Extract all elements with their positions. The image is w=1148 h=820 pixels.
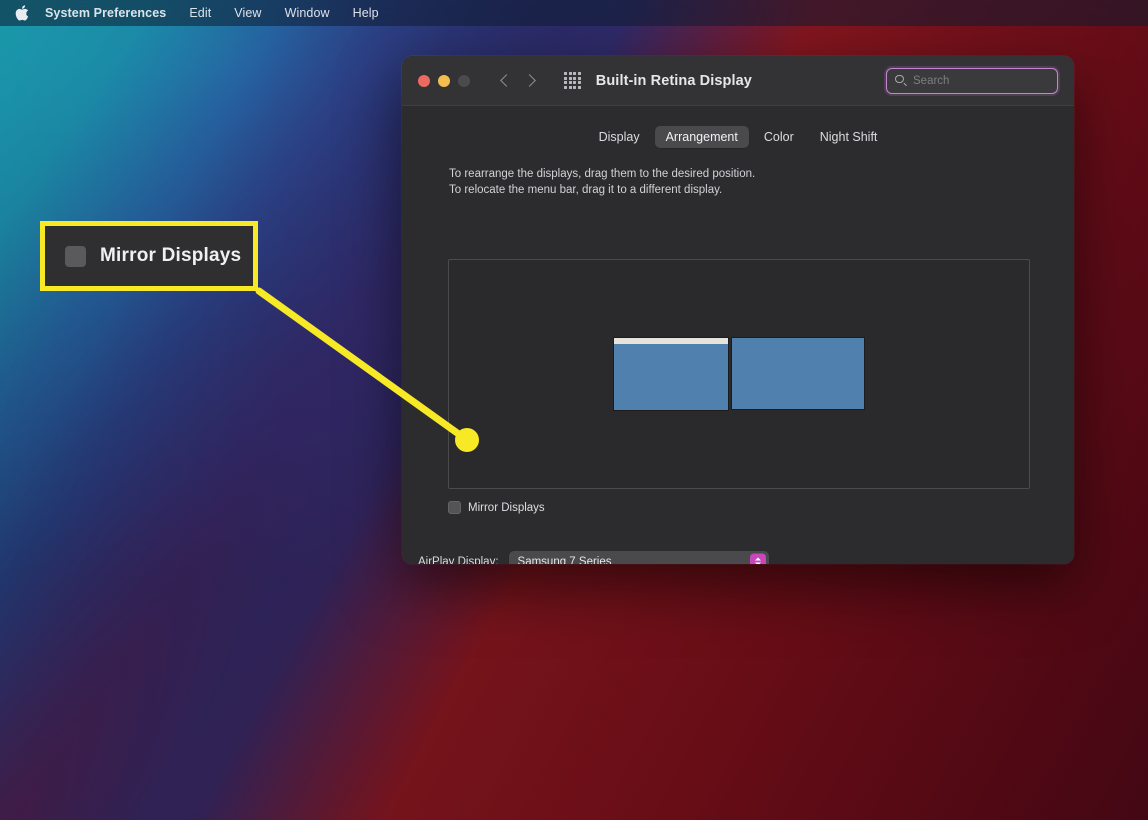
instruction-line-1: To rearrange the displays, drag them to … [449, 168, 756, 180]
menu-bar: System Preferences Edit View Window Help [0, 0, 1148, 26]
show-all-grid-icon[interactable] [564, 72, 581, 89]
callout-highlight-box: Mirror Displays [40, 221, 258, 291]
search-icon [895, 74, 908, 87]
traffic-light-group [418, 74, 470, 87]
instructions-text: To rearrange the displays, drag them to … [418, 167, 1058, 198]
callout-mirror-displays-label: Mirror Displays [100, 245, 242, 266]
search-field[interactable]: Search [886, 67, 1058, 94]
search-placeholder: Search [913, 74, 950, 87]
instruction-line-2: To relocate the menu bar, drag it to a d… [449, 183, 723, 196]
tab-display[interactable]: Display [588, 126, 651, 148]
zoom-button [458, 74, 470, 87]
window-title-bar: Built-in Retina Display Search [402, 56, 1074, 106]
mirror-displays-label: Mirror Displays [468, 501, 545, 514]
airplay-display-select[interactable]: Samsung 7 Series [508, 551, 769, 565]
display-thumbnail-secondary[interactable] [731, 337, 865, 410]
minimize-button[interactable] [438, 74, 450, 87]
navigation-arrows [500, 72, 536, 90]
display-thumbnails [613, 337, 865, 411]
menu-item-view[interactable]: View [234, 6, 261, 20]
apple-logo-icon[interactable] [14, 4, 29, 22]
airplay-display-label: AirPlay Display: [418, 555, 499, 565]
displays-preferences-window: Built-in Retina Display Search Display A… [402, 56, 1074, 564]
preferences-content-panel: Display Arrangement Color Night Shift To… [418, 118, 1058, 564]
tab-night-shift[interactable]: Night Shift [809, 126, 889, 148]
menu-item-system-preferences[interactable]: System Preferences [45, 6, 166, 20]
menu-item-help[interactable]: Help [353, 6, 379, 20]
chevron-left-icon[interactable] [500, 72, 513, 90]
callout-mirror-displays-checkbox [65, 245, 86, 267]
page-title: Built-in Retina Display [595, 72, 752, 89]
tab-color[interactable]: Color [753, 126, 805, 148]
airplay-display-row: AirPlay Display: Samsung 7 Series [418, 551, 1058, 564]
chevron-right-icon[interactable] [523, 72, 536, 90]
tab-bar: Display Arrangement Color Night Shift [418, 118, 1058, 148]
chevron-updown-icon[interactable] [749, 553, 766, 564]
menu-item-edit[interactable]: Edit [189, 6, 211, 20]
mirror-displays-checkbox[interactable] [448, 501, 461, 514]
display-arrangement-canvas[interactable] [448, 259, 1030, 489]
close-button[interactable] [418, 74, 430, 87]
mirror-displays-row[interactable]: Mirror Displays [448, 501, 545, 514]
display-thumbnail-primary[interactable] [613, 337, 729, 411]
airplay-display-value: Samsung 7 Series [517, 555, 612, 565]
menu-bar-strip[interactable] [614, 338, 728, 344]
tab-arrangement[interactable]: Arrangement [654, 126, 749, 148]
menu-item-window[interactable]: Window [285, 6, 330, 20]
